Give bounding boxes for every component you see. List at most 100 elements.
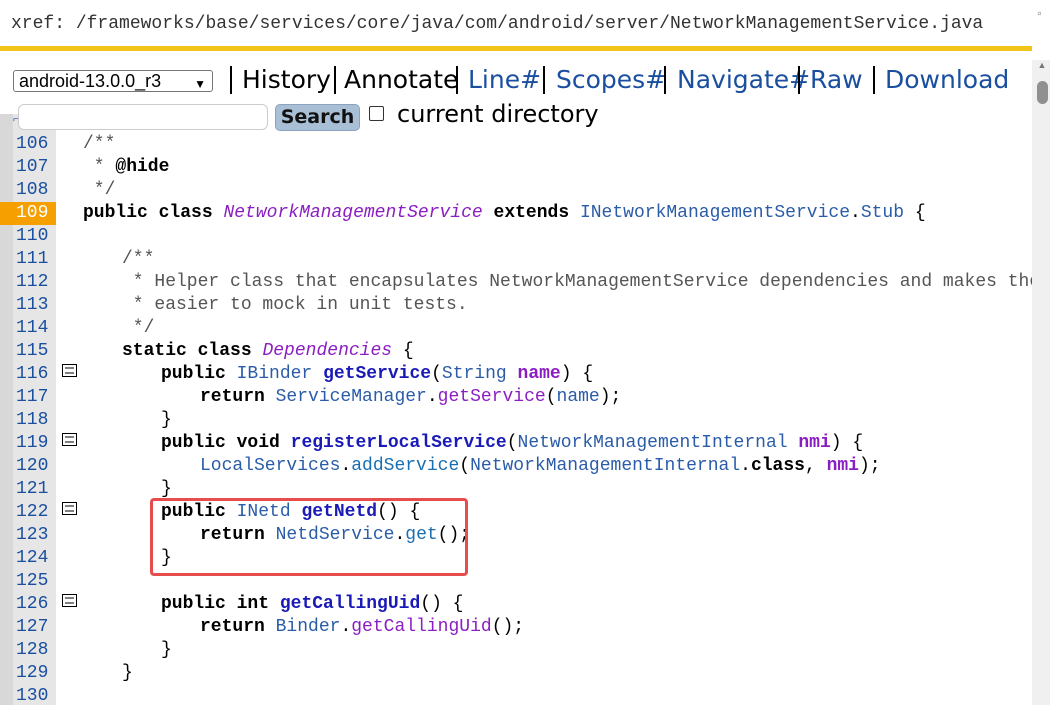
current-directory-label: current directory [397, 100, 599, 128]
navigate-link[interactable]: Navigate# [677, 64, 810, 96]
argument[interactable]: name [557, 387, 600, 407]
line-number[interactable]: 126 [16, 593, 56, 616]
code-line-117: return ServiceManager.getService(name); [200, 387, 622, 407]
line-number[interactable]: 124 [16, 547, 56, 570]
version-select-value: android-13.0.0_r3 [19, 71, 162, 91]
line-number[interactable]: 123 [16, 524, 56, 547]
chevron-down-icon: ▼ [194, 77, 206, 91]
method-definition[interactable]: getCallingUid [280, 594, 420, 614]
path-link-file[interactable]: /NetworkManagementService.java [659, 14, 983, 34]
punctuation: { [904, 203, 926, 223]
keyword: public [161, 433, 226, 453]
scopes-link[interactable]: Scopes# [556, 64, 666, 96]
toolbar-separator [230, 66, 232, 94]
line-number[interactable]: 112 [16, 271, 56, 294]
scrollbar-track[interactable] [1032, 60, 1050, 705]
line-number[interactable]: 125 [16, 570, 56, 593]
line-number[interactable]: 128 [16, 639, 56, 662]
type-link[interactable]: LocalServices [200, 456, 340, 476]
line-number[interactable]: 121 [16, 478, 56, 501]
search-input[interactable] [18, 104, 268, 130]
toolbar-separator [456, 66, 458, 94]
line-number[interactable]: 118 [16, 409, 56, 432]
line-number[interactable]: 115 [16, 340, 56, 363]
path-link-java[interactable]: /java [400, 14, 454, 34]
download-link[interactable]: Download [885, 64, 1009, 96]
class-definition[interactable]: NetworkManagementService [223, 203, 482, 223]
type-link[interactable]: NetworkManagementInternal [518, 433, 788, 453]
fold-toggle-icon[interactable] [62, 364, 78, 378]
path-link-server[interactable]: /server [584, 14, 660, 34]
line-number[interactable]: 122 [16, 501, 56, 524]
keyword: class [750, 456, 805, 476]
raw-link[interactable]: Raw [810, 64, 863, 96]
version-select[interactable]: android-13.0.0_r3 ▼ [13, 70, 213, 92]
scrollbar-thumb[interactable] [1037, 81, 1048, 104]
path-link-com[interactable]: /com [454, 14, 497, 34]
argument[interactable]: nmi [827, 456, 859, 476]
type-link[interactable]: String [442, 364, 507, 384]
annotate-link[interactable]: Annotate [344, 64, 458, 96]
type-link[interactable]: NetworkManagementInternal [470, 456, 740, 476]
line-number[interactable]: 120 [16, 455, 56, 478]
header-divider [0, 46, 1032, 51]
toolbar-separator [334, 66, 336, 94]
method-call[interactable]: getService [438, 387, 546, 407]
scroll-up-icon[interactable]: ▲ [1036, 60, 1048, 72]
code-line-120: LocalServices.addService(NetworkManageme… [200, 456, 881, 476]
code-line-108: */ [83, 180, 116, 200]
fold-toggle-icon[interactable] [62, 433, 78, 447]
toolbar-separator [873, 66, 875, 94]
line-number[interactable]: 129 [16, 662, 56, 685]
type-link[interactable]: IBinder [237, 364, 313, 384]
history-link[interactable]: History [242, 64, 331, 96]
path-link-core[interactable]: /core [346, 14, 400, 34]
method-definition[interactable]: registerLocalService [291, 433, 507, 453]
line-numbers-link[interactable]: Line# [468, 64, 541, 96]
line-number[interactable]: 111 [16, 248, 56, 271]
line-number[interactable]: 114 [16, 317, 56, 340]
path-link-frameworks[interactable]: /frameworks [76, 14, 195, 34]
code-line-109: public class NetworkManagementService ex… [83, 202, 926, 225]
fold-toggle-icon[interactable] [62, 502, 78, 516]
punctuation: . [850, 203, 861, 223]
type-link[interactable]: ServiceManager [276, 387, 427, 407]
parameter[interactable]: nmi [798, 433, 830, 453]
keyword: return [200, 387, 265, 407]
line-number[interactable]: 116 [16, 363, 56, 386]
line-number[interactable]: 117 [16, 386, 56, 409]
method-call[interactable]: getCallingUid [351, 617, 491, 637]
type-link[interactable]: INetworkManagementService [580, 203, 850, 223]
line-number[interactable]: 108 [16, 179, 56, 202]
path-link-services[interactable]: /services [249, 14, 346, 34]
xref-path: xref: /frameworks/base/services/core/jav… [11, 14, 983, 34]
method-call[interactable]: addService [351, 456, 459, 476]
line-number[interactable]: 110 [16, 225, 56, 248]
keyword: return [200, 617, 265, 637]
code-line-126: public int getCallingUid() { [161, 594, 464, 614]
code-line-118: } [161, 410, 172, 430]
current-directory-checkbox[interactable] [369, 106, 384, 121]
line-number[interactable]: 107 [16, 156, 56, 179]
line-number[interactable]: 119 [16, 432, 56, 455]
class-definition[interactable]: Dependencies [262, 341, 392, 361]
type-link[interactable]: Binder [276, 617, 341, 637]
type-link[interactable]: Stub [861, 203, 904, 223]
keyword: static [122, 341, 187, 361]
code-line-111: /** [122, 249, 155, 269]
line-number[interactable]: 113 [16, 294, 56, 317]
toolbar-separator [664, 66, 666, 94]
keyword: class [158, 203, 213, 223]
search-button[interactable]: Search [275, 104, 360, 131]
comment-text: * [83, 157, 116, 177]
fold-toggle-icon[interactable] [62, 594, 78, 608]
path-link-android[interactable]: /android [497, 14, 583, 34]
line-number-highlighted[interactable]: 109 [0, 202, 56, 225]
line-number[interactable]: 106 [16, 133, 56, 156]
line-number[interactable]: 127 [16, 616, 56, 639]
path-link-base[interactable]: /base [195, 14, 249, 34]
method-definition[interactable]: getService [323, 364, 431, 384]
parameter[interactable]: name [518, 364, 561, 384]
punctuation: { [392, 341, 414, 361]
code-line-114: */ [122, 318, 155, 338]
